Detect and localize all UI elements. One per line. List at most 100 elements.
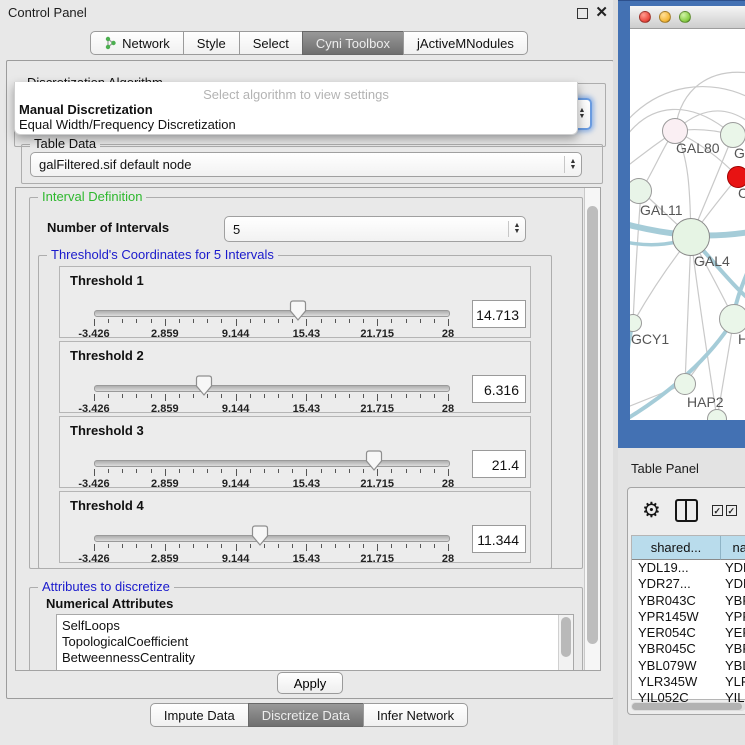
zoom-traffic-light[interactable]	[679, 11, 691, 23]
attribute-item[interactable]: BetweennessCentrality	[57, 650, 573, 666]
slider-thumb[interactable]	[289, 300, 307, 321]
columns-icon[interactable]	[675, 499, 698, 522]
tab-network[interactable]: Network	[90, 31, 184, 55]
panel-scrollbar-thumb[interactable]	[587, 206, 598, 644]
tab-discretize-data[interactable]: Discretize Data	[248, 703, 364, 727]
threshold-panel: Threshold 1 -3.4262.8599.14415.4321.7152…	[59, 266, 531, 338]
network-node-label: GAL11	[640, 202, 683, 218]
gear-icon[interactable]: ⚙	[642, 500, 661, 521]
table-cell: YBR0	[720, 593, 745, 609]
close-traffic-light[interactable]	[639, 11, 651, 23]
tab-impute-data[interactable]: Impute Data	[150, 703, 249, 727]
table-body: YDL19...YDL1YDR27...YDR2YBR043CYBR0YPR14…	[632, 560, 745, 707]
table-row[interactable]: YER054CYER0	[632, 625, 745, 641]
network-node[interactable]	[719, 304, 745, 334]
tab-label: Network	[122, 36, 170, 51]
threshold-value-field[interactable]: 14.713	[472, 300, 526, 328]
slider-track[interactable]	[94, 460, 450, 467]
table-row[interactable]: YLR345WYLR3	[632, 674, 745, 690]
slider-tick-labels: -3.4262.8599.14415.4321.71528	[94, 478, 448, 490]
threshold-slider[interactable]: -3.4262.8599.14415.4321.71528	[94, 530, 448, 564]
control-panel: Control Panel ✕ Network StyleSelect Cyni T…	[0, 0, 618, 745]
panel-title: Control Panel	[8, 5, 87, 20]
attribute-item[interactable]: SelfLoops	[57, 618, 573, 634]
tab-select[interactable]: Select	[239, 31, 303, 55]
slider-ticks	[94, 469, 448, 477]
table-hscrollbar[interactable]	[631, 702, 745, 711]
table-row[interactable]: YPR145WYPR1	[632, 609, 745, 625]
apply-button[interactable]: Apply	[277, 672, 343, 694]
dropdown-prompt: Select algorithm to view settings	[15, 82, 577, 102]
checkbox-icon[interactable]: ✓	[712, 505, 723, 516]
close-icon[interactable]: ✕	[595, 3, 608, 21]
float-window-icon[interactable]	[577, 8, 588, 19]
table-cell: YBL0	[720, 658, 745, 674]
spinner-stepper-icon[interactable]: ▲▼	[508, 221, 525, 238]
table-data-title: Table Data	[30, 136, 100, 151]
network-window: GAL80GACGAL11GAL4HGCY1HAP2	[630, 6, 745, 420]
tab-cyni-toolbox[interactable]: Cyni Toolbox	[302, 31, 404, 55]
dropdown-item-manual-discretization[interactable]: Manual Discretization	[15, 102, 577, 117]
tab-style[interactable]: Style	[183, 31, 240, 55]
network-node-label: GAL4	[694, 253, 730, 269]
dropdown-item-equal-width-frequency[interactable]: Equal Width/Frequency Discretization	[15, 117, 577, 132]
threshold-slider[interactable]: -3.4262.8599.14415.4321.71528	[94, 305, 448, 339]
table-row[interactable]: YDL19...YDL1	[632, 560, 745, 576]
tab-label: Infer Network	[377, 708, 454, 723]
table-data-combobox[interactable]: galFiltered.sif default node ▲▼	[30, 152, 582, 177]
slider-track[interactable]	[94, 385, 450, 392]
table-data-group: Table Data galFiltered.sif default node …	[21, 144, 603, 184]
network-canvas[interactable]: GAL80GACGAL11GAL4HGCY1HAP2	[630, 28, 745, 420]
table-row[interactable]: YBR043CYBR0	[632, 593, 745, 609]
table-cell: YLR345W	[632, 674, 720, 690]
number-of-intervals-value: 5	[225, 222, 508, 237]
threshold-value-field[interactable]: 11.344	[472, 525, 526, 553]
table-cell: YDL1	[720, 560, 745, 576]
list-scrollbar[interactable]	[558, 615, 573, 671]
interval-definition-group: Interval Definition Number of Intervals …	[29, 197, 583, 569]
threshold-label: Threshold 4	[70, 498, 144, 513]
list-scrollbar-thumb[interactable]	[561, 617, 571, 657]
tab-infer-network[interactable]: Infer Network	[363, 703, 468, 727]
minimize-traffic-light[interactable]	[659, 11, 671, 23]
network-node[interactable]	[674, 373, 696, 395]
slider-track[interactable]	[94, 535, 450, 542]
threshold-panel: Threshold 3 -3.4262.8599.14415.4321.7152…	[59, 416, 531, 488]
table-cell: YPR1	[720, 609, 745, 625]
threshold-value-field[interactable]: 21.4	[472, 450, 526, 478]
slider-thumb[interactable]	[251, 525, 269, 546]
thresholds-group-title: Threshold's Coordinates for 5 Intervals	[47, 247, 278, 262]
slider-ticks	[94, 544, 448, 552]
panel-scrollbar[interactable]	[584, 188, 600, 670]
slider-tick-labels: -3.4262.8599.14415.4321.71528	[94, 328, 448, 340]
threshold-label: Threshold 2	[70, 348, 144, 363]
column-header[interactable]: na	[721, 536, 745, 560]
table-row[interactable]: YDR27...YDR2	[632, 576, 745, 592]
apply-row: Apply	[7, 669, 613, 697]
network-node-label: GA	[734, 145, 745, 161]
slider-tick-labels: -3.4262.8599.14415.4321.71528	[94, 553, 448, 565]
table-cell: YER054C	[632, 625, 720, 641]
combo-stepper-icon[interactable]: ▲▼	[564, 156, 581, 172]
settings-scrollpane: Interval Definition Number of Intervals …	[15, 187, 601, 671]
threshold-value-field[interactable]: 6.316	[472, 375, 526, 403]
checkbox-icon[interactable]: ✓	[726, 505, 737, 516]
table-row[interactable]: YBL079WYBL0	[632, 658, 745, 674]
network-node[interactable]	[672, 218, 710, 256]
attribute-item[interactable]: TopologicalCoefficient	[57, 634, 573, 650]
tab-label: Cyni Toolbox	[316, 36, 390, 51]
table-hscrollbar-thumb[interactable]	[632, 703, 742, 710]
table-toolbar: ⚙ ✓ ✓	[628, 488, 745, 532]
slider-thumb[interactable]	[365, 450, 383, 471]
slider-track[interactable]	[94, 310, 450, 317]
slider-ticks	[94, 319, 448, 327]
tab-jactivemnodules[interactable]: jActiveMNodules	[403, 31, 528, 55]
slider-thumb[interactable]	[195, 375, 213, 396]
interval-definition-title: Interval Definition	[38, 189, 146, 204]
column-header[interactable]: shared...	[632, 536, 721, 560]
table-row[interactable]: YBR045CYBR0	[632, 641, 745, 657]
threshold-slider[interactable]: -3.4262.8599.14415.4321.71528	[94, 380, 448, 414]
numerical-attributes-list[interactable]: SelfLoopsTopologicalCoefficientBetweenne…	[56, 614, 574, 671]
threshold-slider[interactable]: -3.4262.8599.14415.4321.71528	[94, 455, 448, 489]
number-of-intervals-spinner[interactable]: 5 ▲▼	[224, 216, 526, 242]
